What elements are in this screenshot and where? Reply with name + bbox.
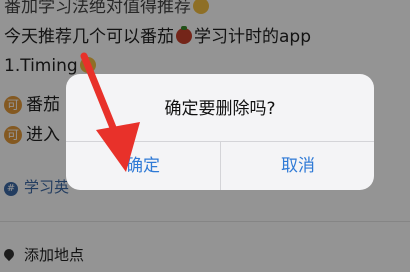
cancel-button[interactable]: 取消 [221,142,374,190]
screen: 番加学习法绝对值得推荐 今天推荐几个可以番茄 学习计时的app 1.Timing … [0,0,410,272]
confirm-button[interactable]: 确定 [66,142,220,190]
delete-confirm-dialog: 确定要删除吗? 确定 取消 [66,74,374,190]
dialog-title: 确定要删除吗? [164,99,276,119]
